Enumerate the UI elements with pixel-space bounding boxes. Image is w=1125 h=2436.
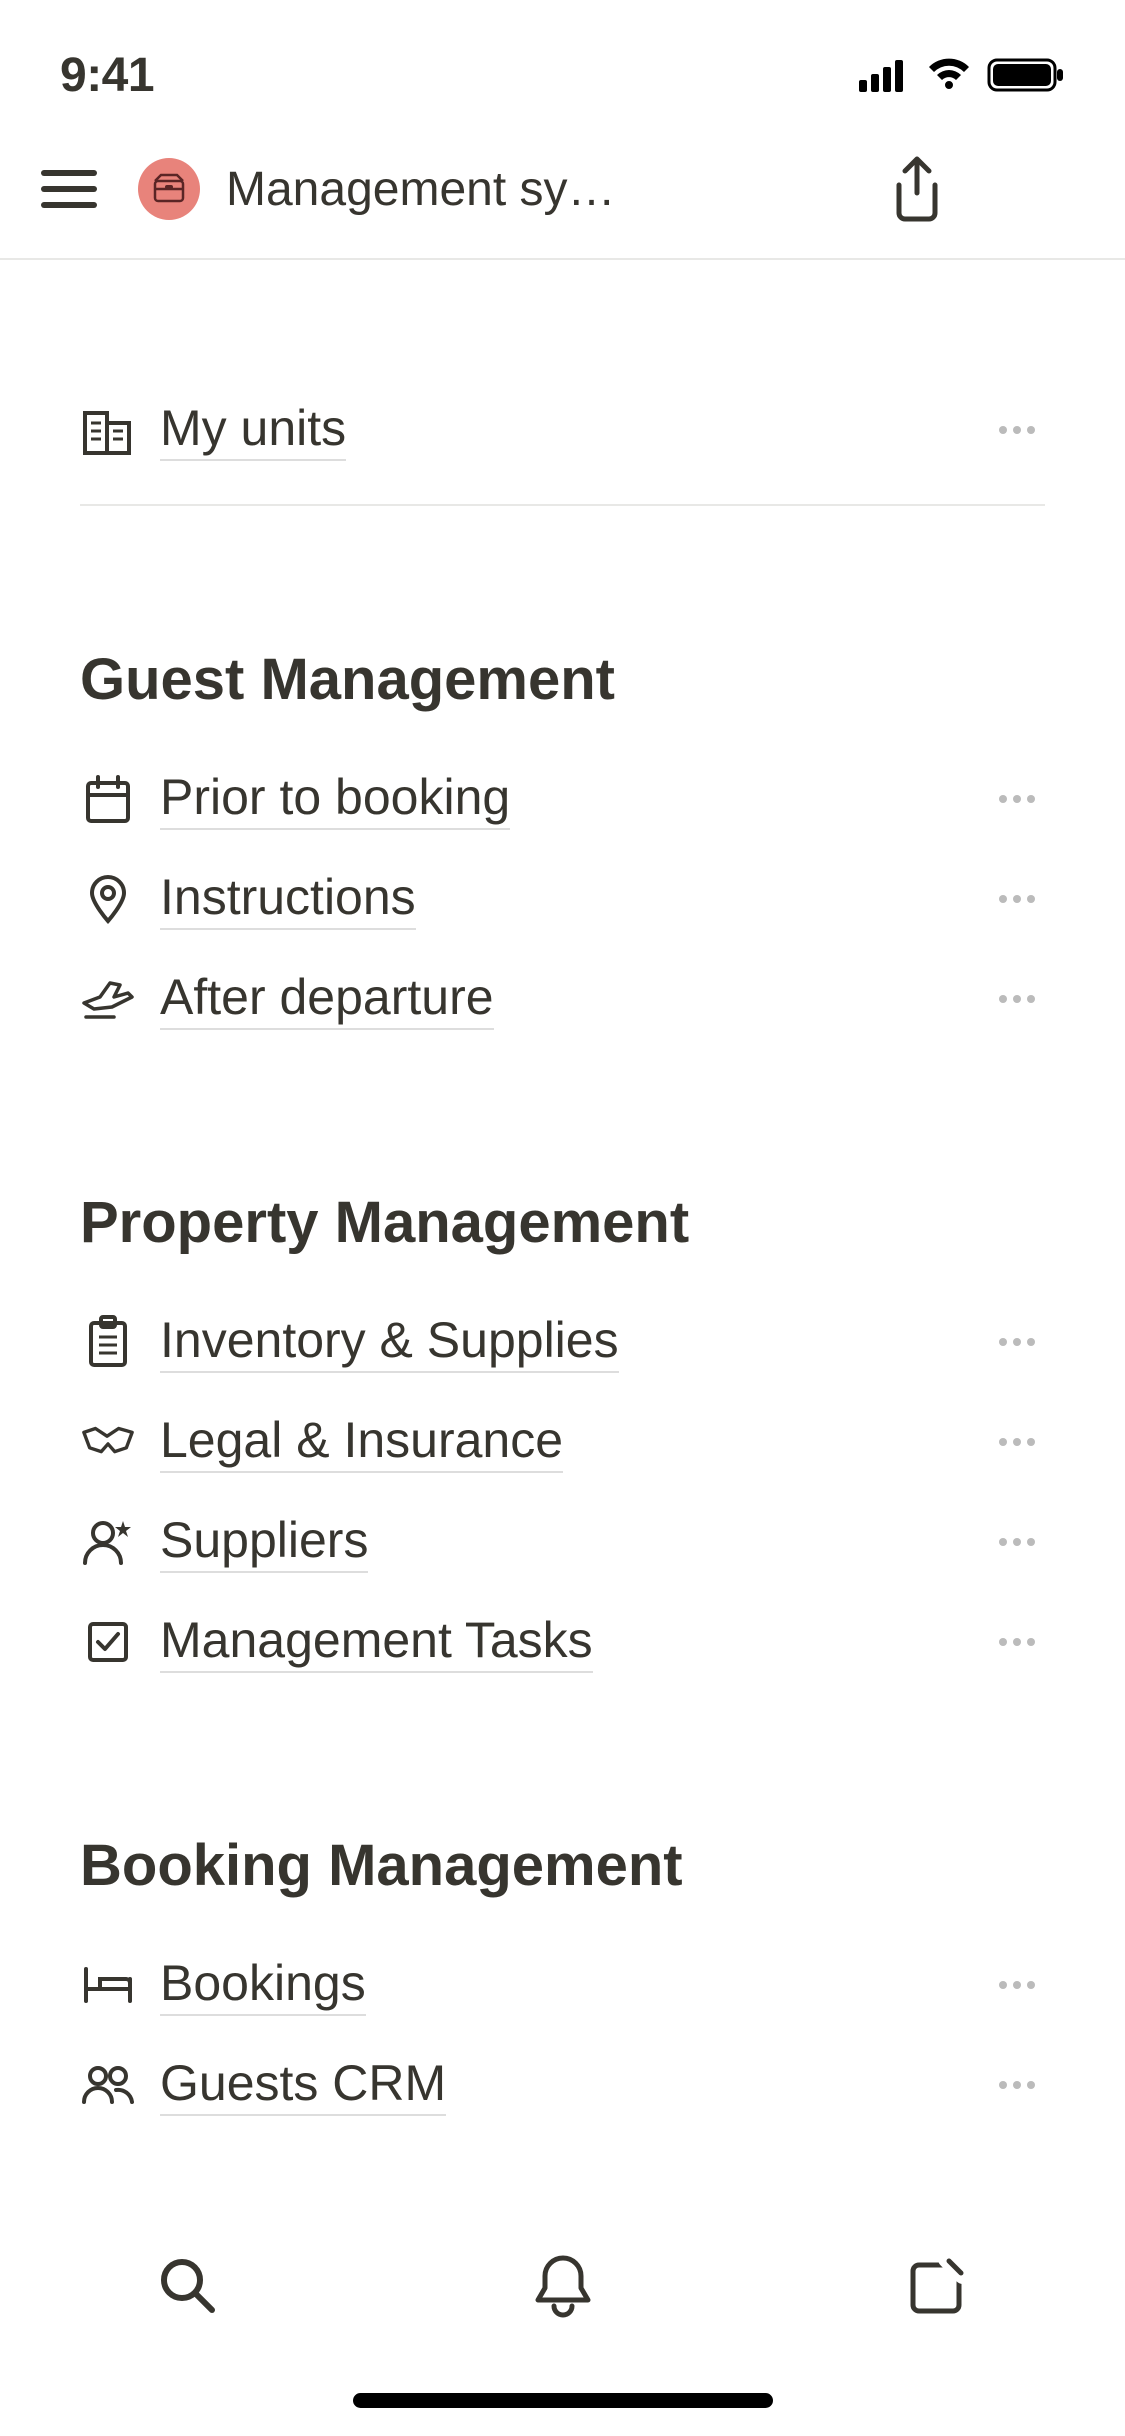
buildings-icon — [80, 402, 136, 458]
page-link-my-units[interactable]: My units — [80, 380, 1045, 480]
more-button[interactable] — [989, 1422, 1045, 1462]
page-link-label: Management Tasks — [160, 1611, 593, 1673]
page-title[interactable]: Management sy… — [226, 162, 616, 217]
page-link-label: Inventory & Supplies — [160, 1311, 619, 1373]
clipboard-icon — [80, 1314, 136, 1370]
page-link-instructions[interactable]: Instructions — [80, 849, 1045, 949]
more-button[interactable] — [989, 779, 1045, 819]
page-link-label: After departure — [160, 968, 494, 1030]
person-star-icon — [80, 1514, 136, 1570]
more-button[interactable] — [989, 1322, 1045, 1362]
status-time: 9:41 — [60, 48, 154, 103]
more-button[interactable] — [989, 2065, 1045, 2105]
cellular-icon — [859, 58, 911, 92]
bed-icon — [80, 1957, 136, 2013]
page-link-tasks[interactable]: Management Tasks — [80, 1592, 1045, 1692]
page-link-label: My units — [160, 399, 346, 461]
divider — [80, 504, 1045, 506]
page-link-bookings[interactable]: Bookings — [80, 1935, 1045, 2035]
share-button[interactable] — [889, 155, 945, 223]
notifications-tab[interactable] — [523, 2246, 603, 2326]
page-link-label: Bookings — [160, 1954, 366, 2016]
more-button[interactable] — [989, 1522, 1045, 1562]
page-link-prior-to-booking[interactable]: Prior to booking — [80, 749, 1045, 849]
bell-icon — [532, 2252, 594, 2320]
search-icon — [156, 2254, 220, 2318]
more-button[interactable] — [989, 1622, 1045, 1662]
more-button[interactable] — [989, 879, 1045, 919]
location-icon — [80, 871, 136, 927]
more-button[interactable] — [989, 1965, 1045, 2005]
workspace-icon[interactable] — [138, 158, 200, 220]
menu-button[interactable] — [40, 165, 98, 213]
calendar-icon — [80, 771, 136, 827]
page-link-label: Suppliers — [160, 1511, 368, 1573]
status-indicators — [859, 56, 1065, 94]
people-icon — [80, 2057, 136, 2113]
page-link-inventory[interactable]: Inventory & Supplies — [80, 1292, 1045, 1392]
checkbox-icon — [80, 1614, 136, 1670]
section-heading-booking: Booking Management — [80, 1832, 1045, 1899]
compose-tab[interactable] — [898, 2246, 978, 2326]
home-indicator[interactable] — [353, 2393, 773, 2408]
content-area: My units Guest Management Prior to booki… — [0, 260, 1125, 2135]
page-link-label: Instructions — [160, 868, 416, 930]
departure-icon — [80, 971, 136, 1027]
page-link-label: Prior to booking — [160, 768, 510, 830]
more-button[interactable] — [989, 410, 1045, 450]
page-link-legal[interactable]: Legal & Insurance — [80, 1392, 1045, 1492]
page-link-label: Guests CRM — [160, 2054, 446, 2116]
compose-icon — [905, 2253, 971, 2319]
app-header: Management sy… — [0, 120, 1125, 260]
page-link-after-departure[interactable]: After departure — [80, 949, 1045, 1049]
wifi-icon — [925, 57, 973, 93]
more-button[interactable] — [989, 979, 1045, 1019]
handshake-icon — [80, 1414, 136, 1470]
status-bar: 9:41 — [0, 0, 1125, 120]
page-link-suppliers[interactable]: Suppliers — [80, 1492, 1045, 1592]
page-link-guests-crm[interactable]: Guests CRM — [80, 2035, 1045, 2135]
section-heading-property: Property Management — [80, 1189, 1045, 1256]
page-link-label: Legal & Insurance — [160, 1411, 563, 1473]
search-tab[interactable] — [148, 2246, 228, 2326]
section-heading-guest: Guest Management — [80, 646, 1045, 713]
battery-icon — [987, 56, 1065, 94]
